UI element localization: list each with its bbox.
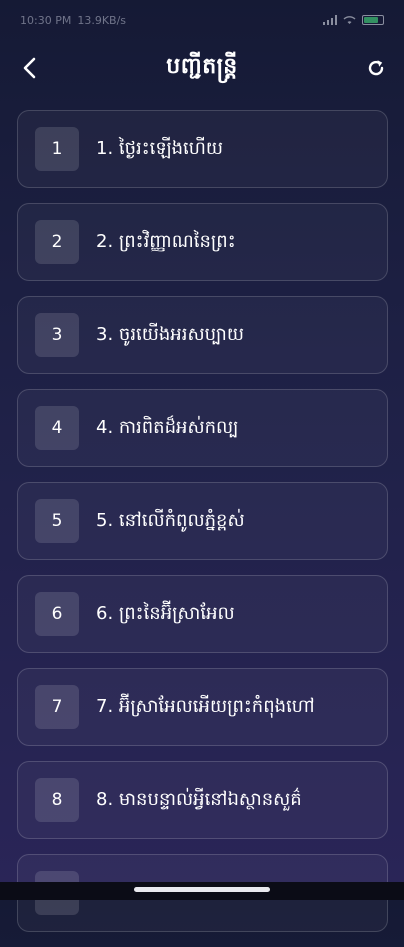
song-title: 4. ការពិតដ៏អស់កល្ប <box>96 416 239 438</box>
home-indicator[interactable] <box>134 887 270 892</box>
signal-icon <box>323 15 337 25</box>
song-title: 3. ចូរយើងអរសប្បាយ <box>96 323 244 345</box>
status-right <box>323 15 384 25</box>
song-item-5[interactable]: 5 5. នៅលើកំពូលភ្នំខ្ពស់ <box>17 482 388 560</box>
song-title: 8. មានបន្ទាល់អ្វីនៅឯស្ថានសួគ៌ <box>96 788 302 810</box>
song-item-7[interactable]: 7 7. អ៊ីស្រាអែលអើយព្រះកំពុងហៅ <box>17 668 388 746</box>
song-title: 2. ព្រះវិញ្ញាណនៃព្រះ <box>96 230 236 252</box>
song-title: 7. អ៊ីស្រាអែលអើយព្រះកំពុងហៅ <box>96 695 315 717</box>
song-number: 4 <box>35 406 79 450</box>
battery-level <box>364 17 378 23</box>
chevron-left-icon <box>23 57 36 79</box>
song-item-8[interactable]: 8 8. មានបន្ទាល់អ្វីនៅឯស្ថានសួគ៌ <box>17 761 388 839</box>
status-bar: 10:30 PM 13.9KB/s <box>0 0 404 40</box>
song-title: 1. ថ្ងៃរះឡើងហើយ <box>96 137 224 159</box>
song-item-2[interactable]: 2 2. ព្រះវិញ្ញាណនៃព្រះ <box>17 203 388 281</box>
song-number: 6 <box>35 592 79 636</box>
song-number: 3 <box>35 313 79 357</box>
song-item-3[interactable]: 3 3. ចូរយើងអរសប្បាយ <box>17 296 388 374</box>
song-number: 1 <box>35 127 79 171</box>
song-title: 6. ព្រះនៃអ៊ីស្រាអែល <box>96 602 235 624</box>
song-item-6[interactable]: 6 6. ព្រះនៃអ៊ីស្រាអែល <box>17 575 388 653</box>
song-list: 1 1. ថ្ងៃរះឡើងហើយ 2 2. ព្រះវិញ្ញាណនៃព្រះ… <box>17 110 388 947</box>
status-time: 10:30 PM <box>20 13 72 27</box>
status-network-speed: 13.9KB/s <box>77 13 127 27</box>
battery-icon <box>362 15 384 25</box>
song-number: 8 <box>35 778 79 822</box>
song-title: 5. នៅលើកំពូលភ្នំខ្ពស់ <box>96 509 245 531</box>
back-button[interactable] <box>14 52 46 84</box>
refresh-icon <box>368 60 384 76</box>
header: បញ្ជីតន្ត្រី <box>0 44 404 92</box>
song-item-1[interactable]: 1 1. ថ្ងៃរះឡើងហើយ <box>17 110 388 188</box>
page-title: បញ្ជីតន្ត្រី <box>166 54 238 79</box>
status-left: 10:30 PM 13.9KB/s <box>20 14 126 27</box>
song-number: 5 <box>35 499 79 543</box>
refresh-button[interactable] <box>360 52 392 84</box>
song-number: 2 <box>35 220 79 264</box>
song-number: 7 <box>35 685 79 729</box>
song-item-4[interactable]: 4 4. ការពិតដ៏អស់កល្ប <box>17 389 388 467</box>
wifi-icon <box>343 16 356 24</box>
